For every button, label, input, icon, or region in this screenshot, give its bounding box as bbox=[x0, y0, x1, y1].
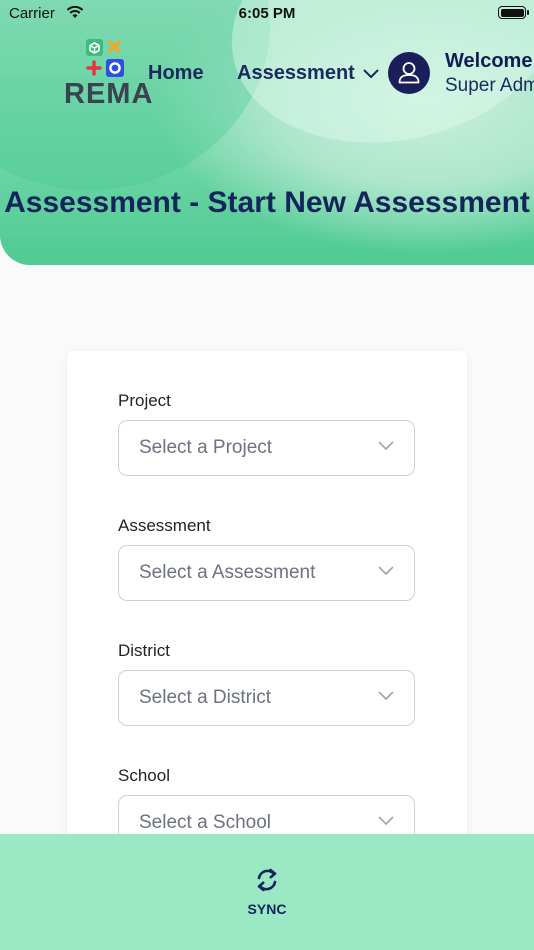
sync-label: SYNC bbox=[247, 901, 287, 917]
district-select[interactable]: Select a District bbox=[118, 670, 415, 726]
sync-icon bbox=[257, 868, 277, 892]
assessment-label: Assessment bbox=[118, 516, 211, 535]
user-role: Super Admin bbox=[445, 75, 534, 96]
school-label: School bbox=[118, 766, 170, 785]
assessment-form-card: Project Select a Project Assessment Sele… bbox=[67, 351, 467, 911]
logo-text: REMA bbox=[64, 78, 154, 110]
bottom-bar: SYNC bbox=[0, 834, 534, 950]
header: Carrier 6:05 PM REMA Home Assessment Wel… bbox=[0, 0, 534, 265]
user-avatar[interactable] bbox=[388, 52, 430, 94]
rema-logo[interactable]: REMA bbox=[64, 38, 154, 110]
chevron-down-icon bbox=[363, 69, 379, 78]
battery-icon bbox=[498, 6, 529, 19]
school-placeholder: Select a School bbox=[139, 812, 272, 833]
chevron-down-icon bbox=[378, 566, 394, 575]
district-placeholder: Select a District bbox=[139, 687, 271, 708]
user-icon bbox=[398, 62, 420, 84]
project-label: Project bbox=[118, 391, 171, 410]
status-bar: Carrier 6:05 PM bbox=[0, 0, 534, 28]
clock: 6:05 PM bbox=[238, 5, 296, 22]
chevron-down-icon bbox=[378, 441, 394, 450]
assessment-placeholder: Select a Assessment bbox=[139, 562, 316, 583]
nav-home-link[interactable]: Home bbox=[148, 62, 204, 85]
project-placeholder: Select a Project bbox=[139, 437, 273, 458]
project-select[interactable]: Select a Project bbox=[118, 420, 415, 476]
logo-symbols-icon bbox=[86, 39, 124, 77]
nav-assessment-menu[interactable]: Assessment bbox=[237, 62, 379, 85]
page-title: Assessment - Start New Assessment bbox=[4, 186, 530, 219]
chevron-down-icon bbox=[378, 816, 394, 825]
nav-assessment-label: Assessment bbox=[237, 62, 355, 84]
sync-button[interactable]: SYNC bbox=[0, 866, 534, 917]
assessment-select[interactable]: Select a Assessment bbox=[118, 545, 415, 601]
welcome-text: Welcome, bbox=[445, 50, 534, 72]
chevron-down-icon bbox=[378, 691, 394, 700]
district-label: District bbox=[118, 641, 170, 660]
